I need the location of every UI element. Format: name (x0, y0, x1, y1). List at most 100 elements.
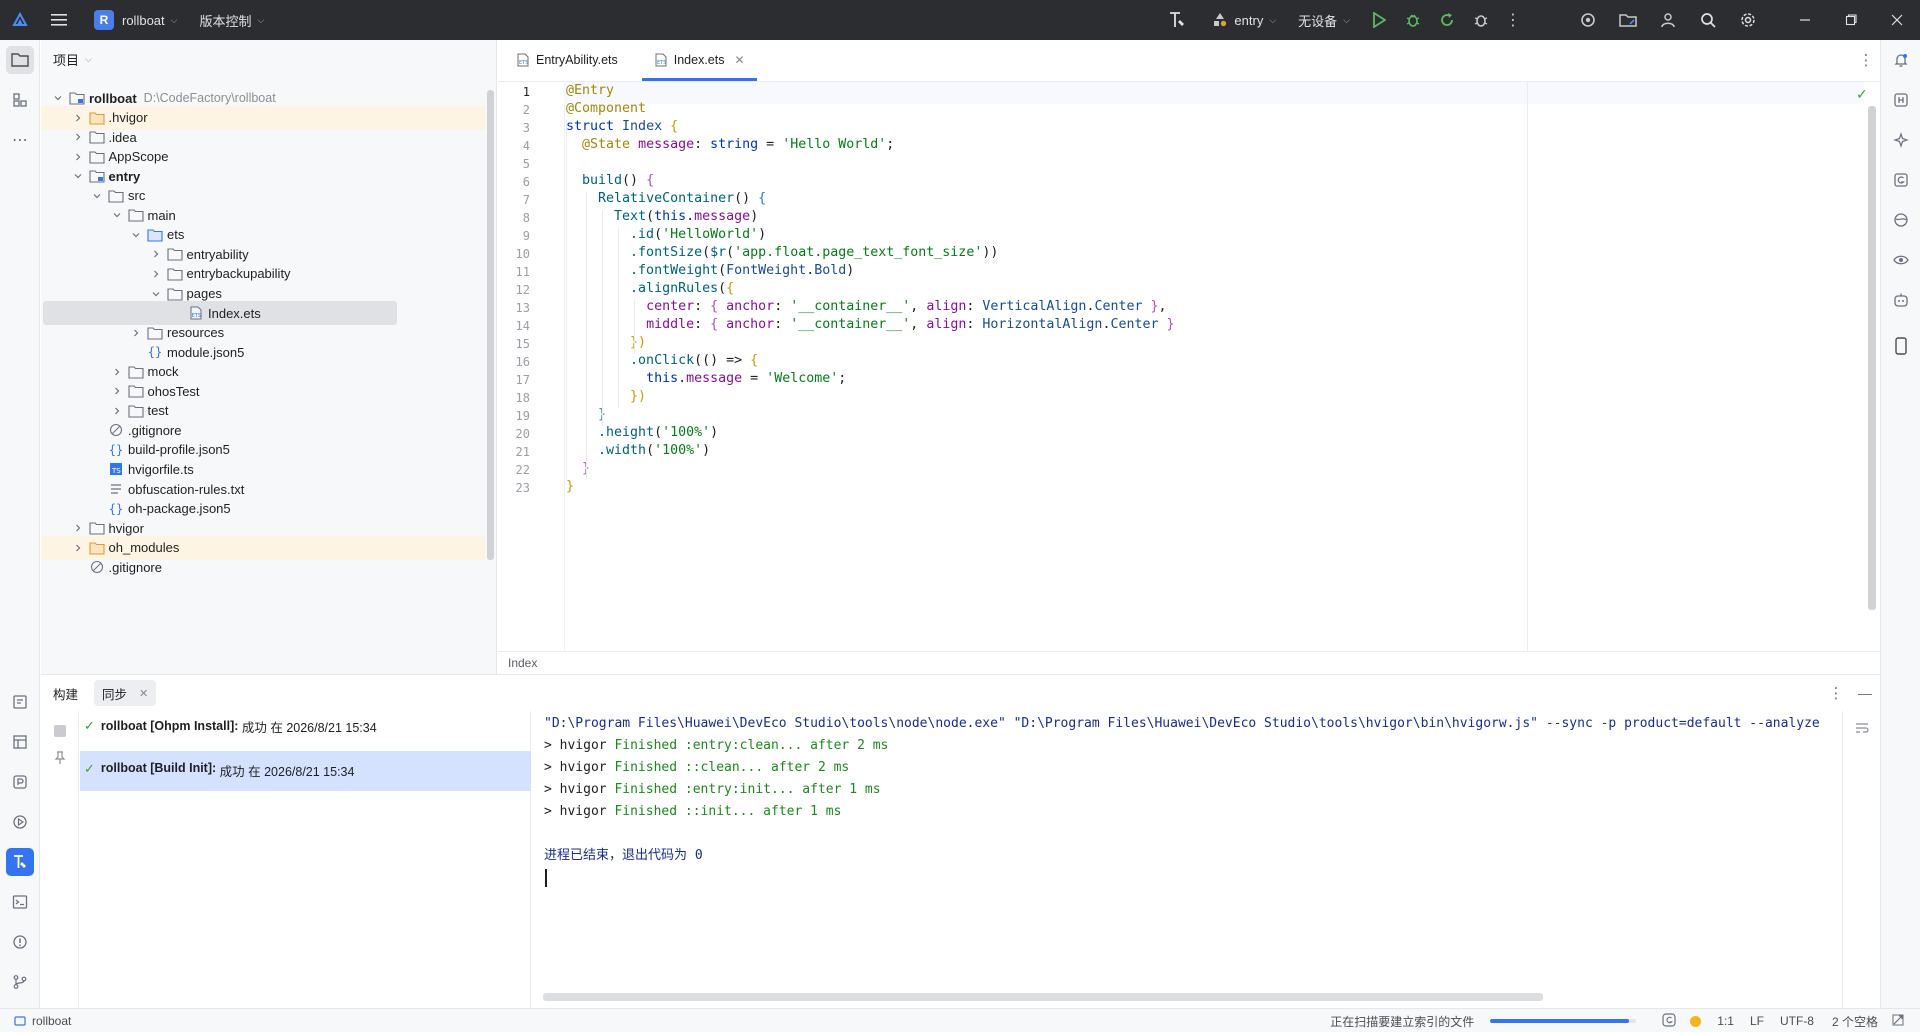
build-hammer-icon[interactable] (1160, 0, 1196, 40)
build-item[interactable]: ✓ rollboat [Ohpm Install]: 成功 在 2026/8/21… (80, 711, 531, 741)
app-analyzer-icon[interactable] (1887, 206, 1915, 234)
harmony-hub-icon[interactable] (1887, 86, 1915, 114)
robot-assistant-icon[interactable] (1887, 286, 1915, 314)
hide-panel-icon[interactable]: — (1850, 685, 1880, 701)
previewer-eye-icon[interactable] (1887, 246, 1915, 274)
tree-scrollbar[interactable] (487, 90, 494, 560)
module-folder-icon (69, 90, 85, 106)
tree-item[interactable]: .gitignore (41, 555, 485, 579)
device-preview-icon[interactable] (1887, 332, 1915, 360)
module-selector[interactable]: entry ⌵ (1206, 0, 1282, 40)
chevron-down-icon[interactable] (51, 91, 65, 105)
maximize-button[interactable] (1828, 0, 1874, 40)
close-window-button[interactable] (1874, 0, 1920, 40)
chevron-right-icon[interactable] (129, 326, 143, 340)
open-folder-icon[interactable] (1608, 0, 1648, 40)
indent-guide (634, 300, 635, 354)
build-item[interactable]: ✓ rollboat [Build Init]: 成功 在 2026/8/21 1… (80, 751, 531, 791)
chevron-right-icon[interactable] (71, 130, 85, 144)
device-manager-icon[interactable] (1568, 0, 1608, 40)
codegenie-icon[interactable] (1662, 1012, 1676, 1030)
tree-item-path: D:\CodeFactory\rollboat (143, 91, 276, 105)
attach-debugger-button[interactable] (1464, 0, 1498, 40)
more-actions-icon[interactable]: ⋮ (1498, 0, 1528, 40)
run-button[interactable] (1362, 0, 1396, 40)
chevron-right-icon[interactable] (149, 267, 163, 281)
tree-item-label: AppScope (108, 149, 169, 165)
chevron-right-icon[interactable] (110, 365, 124, 379)
tab-sync[interactable]: 同步 ✕ (94, 680, 157, 706)
breadcrumb[interactable]: Index (508, 656, 537, 670)
panel-options-icon[interactable]: ⋮ (1822, 684, 1850, 702)
more-tools-icon[interactable]: ⋯ (6, 126, 34, 154)
status-indicator-dot[interactable] (1690, 1015, 1702, 1027)
chevron-down-icon[interactable] (129, 228, 143, 242)
structure-tool-icon[interactable] (6, 86, 34, 114)
services-tool-icon[interactable] (6, 808, 34, 836)
tab-index[interactable]: ETS Index.ets ✕ (641, 39, 757, 81)
problems-tool-icon[interactable] (6, 928, 34, 956)
build-console[interactable]: "D:\Program Files\Huawei\DevEco Studio\t… (544, 711, 1844, 969)
ai-assistant-icon[interactable] (1887, 126, 1915, 154)
tab-entryability[interactable]: ETS EntryAbility.ets (504, 39, 630, 81)
chevron-right-icon[interactable] (149, 247, 163, 261)
tabs-more-icon[interactable]: ⋮ (1852, 39, 1880, 81)
minimize-button[interactable] (1782, 0, 1828, 40)
code-area[interactable]: @Entry @Component struct Index { @State me… (566, 82, 1866, 651)
chevron-down-icon[interactable] (71, 169, 85, 183)
gradle-icon[interactable] (1887, 166, 1915, 194)
close-icon[interactable]: ✕ (139, 687, 148, 700)
indent-setting[interactable]: 2 个空格 (1832, 1013, 1878, 1030)
tab-build[interactable]: 构建 (41, 675, 90, 711)
pin-icon[interactable] (53, 751, 67, 768)
account-icon[interactable] (1648, 0, 1688, 40)
chevron-right-icon[interactable] (71, 521, 85, 535)
stop-icon[interactable] (54, 725, 66, 737)
chevron-right-icon[interactable] (71, 111, 85, 125)
chevron-down-icon[interactable] (90, 189, 104, 203)
right-tool-strip (1880, 40, 1920, 1008)
settings-gear-icon[interactable] (1728, 0, 1768, 40)
main-menu-icon[interactable] (40, 0, 80, 40)
git-tool-icon[interactable] (6, 968, 34, 996)
cursor-position[interactable]: 1:1 (1717, 1014, 1734, 1028)
indexing-status[interactable]: 正在扫描要建立索引的文件 (1330, 1013, 1474, 1030)
console-line: > hvigor Finished :entry:clean... after … (544, 738, 889, 753)
search-icon[interactable] (1688, 0, 1728, 40)
indent-guide (586, 192, 587, 480)
terminal-tool-icon[interactable] (6, 888, 34, 916)
project-panel-header[interactable]: 项目 ⌵ (53, 50, 92, 69)
app-logo-icon[interactable] (0, 0, 40, 40)
chevron-down-icon[interactable] (110, 208, 124, 222)
chevron-right-icon[interactable] (71, 150, 85, 164)
chevron-right-icon[interactable] (110, 384, 124, 398)
notifications-bell-icon[interactable] (1887, 46, 1915, 74)
close-icon[interactable]: ✕ (734, 53, 744, 67)
tree-item-label: Index.ets (208, 305, 261, 321)
editor-scrollbar[interactable] (1868, 106, 1876, 610)
soft-wrap-icon[interactable] (1855, 721, 1869, 738)
build-item-detail: 成功 在 2026/8/21 15:34 (238, 720, 377, 735)
chevron-right-icon[interactable] (71, 541, 85, 555)
line-separator[interactable]: LF (1750, 1014, 1764, 1028)
todo-tool-icon[interactable] (6, 688, 34, 716)
apply-changes-button[interactable] (1430, 0, 1464, 40)
project-tool-icon[interactable] (6, 46, 34, 74)
device-selector[interactable]: 无设备 ⌵ (1292, 0, 1356, 40)
console-hscrollbar[interactable] (543, 993, 1543, 1001)
file-encoding[interactable]: UTF-8 (1780, 1014, 1814, 1028)
chevron-right-icon[interactable] (110, 404, 124, 418)
log-tool-icon[interactable] (6, 728, 34, 756)
status-project[interactable]: rollboat (14, 1009, 71, 1033)
project-switcher[interactable]: R rollboat ⌵ (88, 0, 183, 40)
chevron-down-icon: ⌵ (257, 14, 265, 25)
read-only-lock-icon[interactable] (1892, 1014, 1904, 1029)
profiler-tool-icon[interactable] (6, 768, 34, 796)
build-tool-icon[interactable] (6, 848, 34, 876)
debug-button[interactable] (1396, 0, 1430, 40)
svg-text:ETS: ETS (192, 313, 201, 319)
chevron-down-icon[interactable] (149, 287, 163, 301)
vcs-menu[interactable]: 版本控制 ⌵ (193, 0, 270, 40)
